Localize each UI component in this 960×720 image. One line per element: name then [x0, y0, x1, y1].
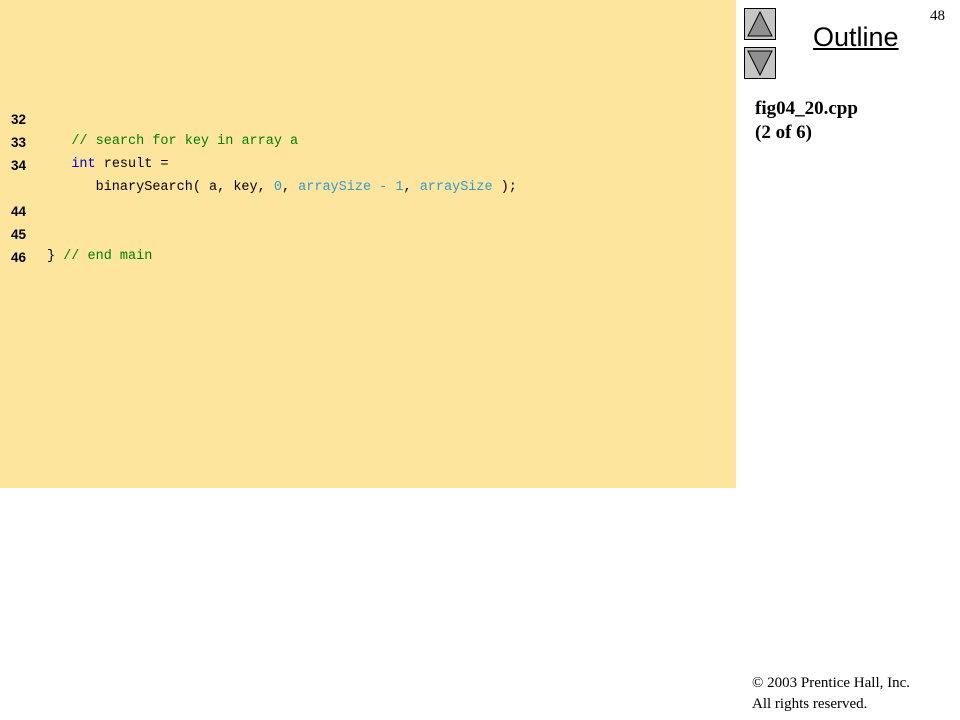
part-label: (2 of 6) [755, 122, 812, 143]
previous-slide-button[interactable] [744, 8, 776, 40]
file-name-label: fig04_20.cpp [755, 98, 858, 119]
slide-number: 48 [930, 8, 945, 24]
code-listing-panel: 32 // search for key in array a 33 int r… [0, 0, 736, 488]
line-number: 34 [11, 158, 27, 173]
code-line: 32 // search for key in array a [0, 87, 736, 149]
code-plain: } [47, 249, 64, 264]
code-line: 34 binarySearch( a, key, 0, arraySize - … [0, 133, 736, 195]
copyright-notice: © 2003 Prentice Hall, Inc. All rights re… [752, 673, 910, 715]
line-number: 46 [11, 250, 27, 265]
code-line: 46 [0, 225, 736, 265]
code-plain: result = [95, 157, 169, 172]
code-line: 44 [0, 179, 736, 219]
copyright-symbol: © [752, 675, 764, 691]
code-text: int result = [47, 154, 169, 176]
triangle-down-icon [747, 50, 773, 77]
code-text: } // end main [47, 246, 152, 268]
triangle-up-icon [747, 10, 773, 37]
rights-text: All rights reserved. [752, 696, 868, 712]
next-slide-button[interactable] [744, 47, 776, 79]
outline-title[interactable]: Outline [813, 22, 899, 53]
code-keyword: int [71, 157, 96, 172]
code-comment: // end main [63, 249, 153, 264]
code-line: 45 } // end main [0, 202, 736, 264]
code-line: 33 int result = [0, 110, 736, 172]
copyright-text: 2003 Prentice Hall, Inc. [767, 675, 911, 691]
